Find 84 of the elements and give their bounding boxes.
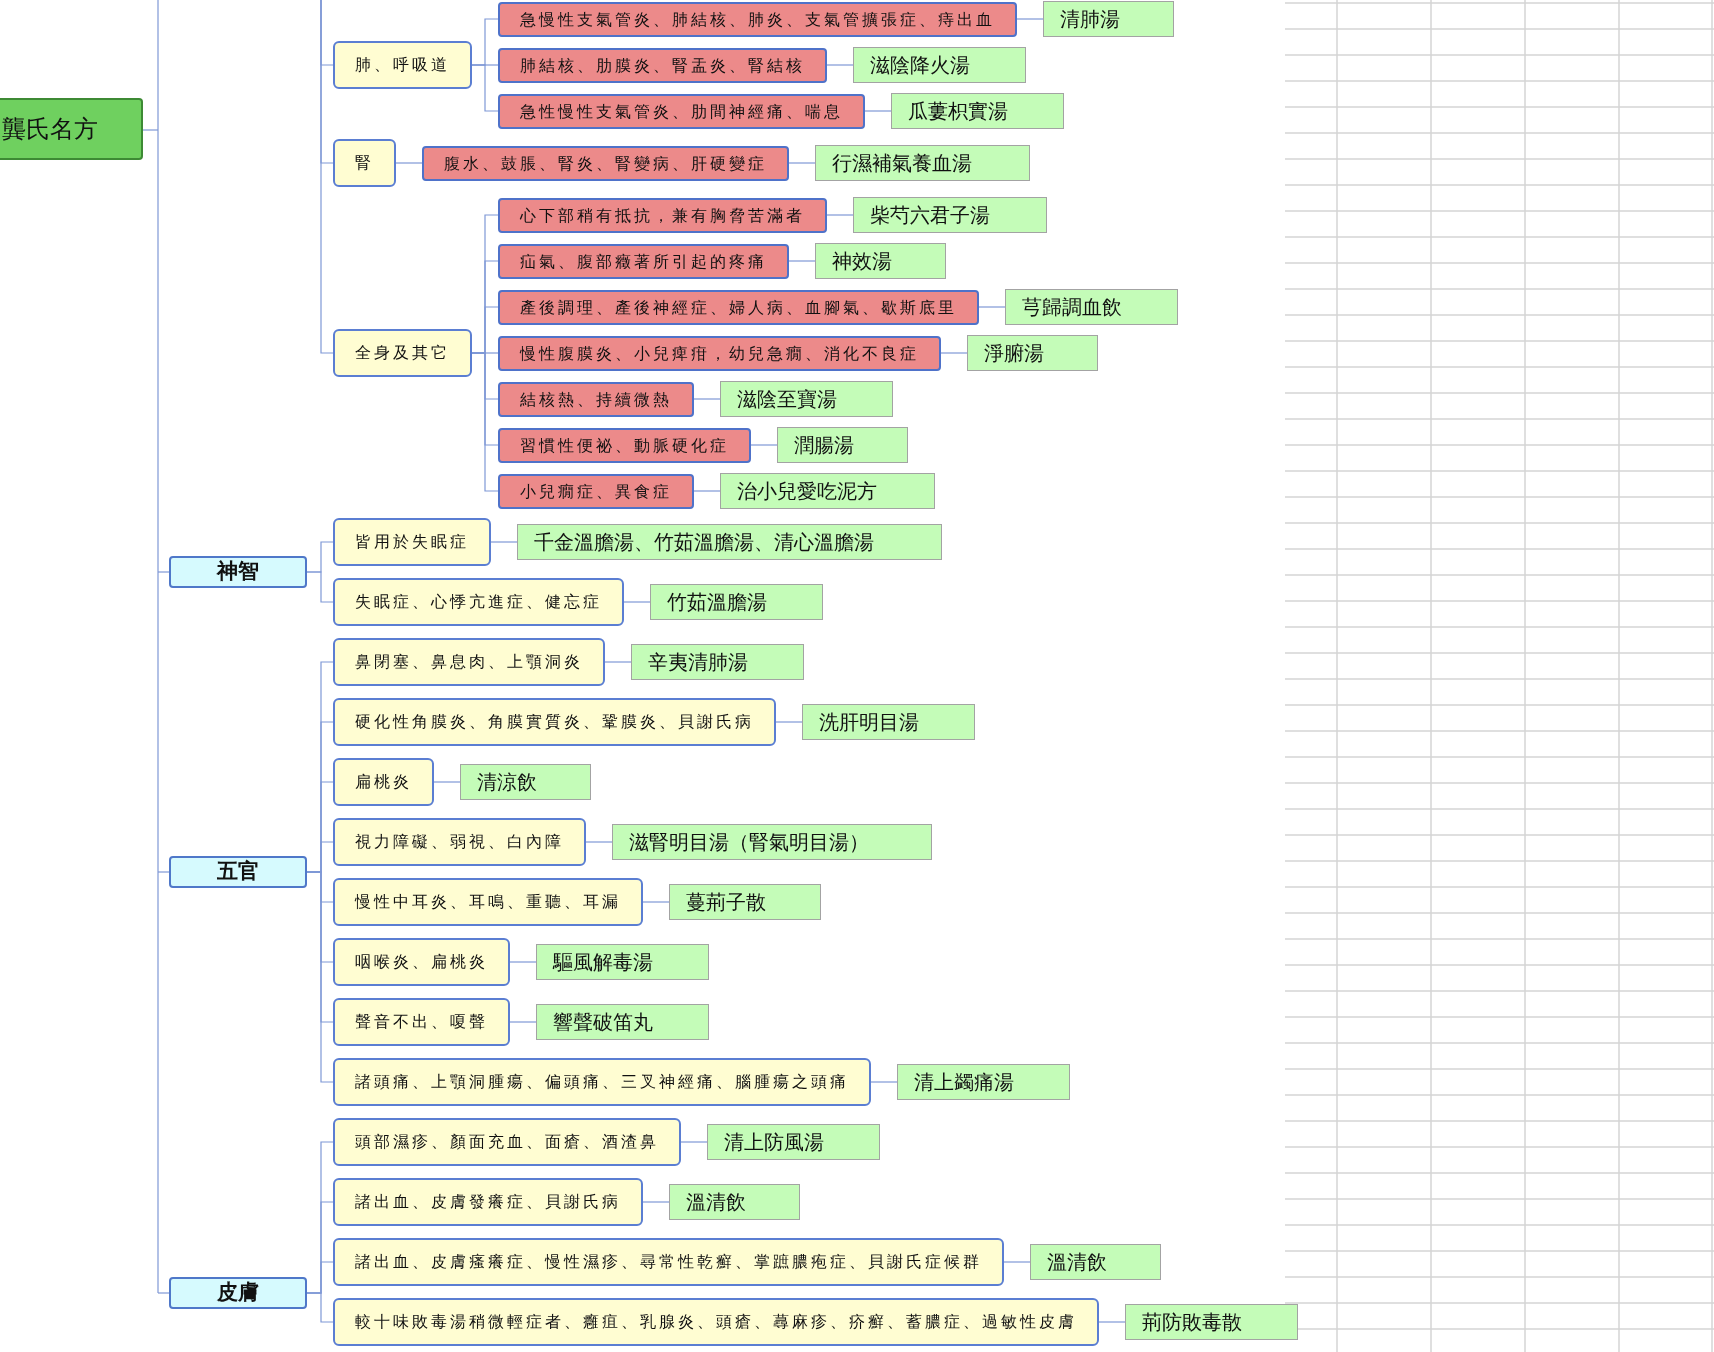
formula-node: 瓜蔞枳實湯: [891, 93, 1064, 129]
connector-line: [750, 444, 778, 446]
connector-line: [509, 961, 537, 963]
condition-node: 結核熱、持續微熱: [498, 382, 694, 417]
formula-node: 滋腎明目湯（腎氣明目湯）: [612, 824, 932, 860]
formula-node: 柴芍六君子湯: [853, 197, 1047, 233]
group-node: 諸出血、皮膚發癢症、貝謝氏病: [333, 1178, 643, 1226]
group-node: 硬化性角膜炎、角膜實質炎、鞏膜炎、貝謝氏病: [333, 698, 776, 746]
group-node: 皆用於失眠症: [333, 518, 491, 566]
group-node: 鼻閉塞、鼻息肉、上顎洞炎: [333, 638, 605, 686]
condition-node: 肺結核、肋膜炎、腎盂炎、腎結核: [498, 48, 827, 83]
category-node: 皮膚: [169, 1277, 307, 1309]
formula-node: 溫清飲: [669, 1184, 800, 1220]
connector-line: [978, 306, 1006, 308]
formula-node: 千金溫膽湯、竹茹溫膽湯、清心溫膽湯: [517, 524, 942, 560]
condition-node: 產後調理、產後神經症、婦人病、血腳氣、歇斯底里: [498, 290, 979, 325]
connector-line: [693, 398, 721, 400]
group-node: 咽喉炎、扁桃炎: [333, 938, 510, 986]
formula-node: 滋陰降火湯: [853, 47, 1026, 83]
group-node: 諸頭痛、上顎洞腫瘍、偏頭痛、三叉神經痛、腦腫瘍之頭痛: [333, 1058, 871, 1106]
formula-node: 清上蠲痛湯: [897, 1064, 1070, 1100]
group-node: 較十味敗毒湯稍微輕症者、癰疽、乳腺炎、頭瘡、蕁麻疹、疥癬、蓄膿症、過敏性皮膚: [333, 1298, 1099, 1346]
formula-node: 荊防敗毒散: [1125, 1304, 1298, 1340]
group-node: 失眠症、心悸亢進症、健忘症: [333, 578, 624, 626]
connector-line: [775, 721, 803, 723]
formula-node: 滋陰至寶湯: [720, 381, 893, 417]
group-node: 視力障礙、弱視、白內障: [333, 818, 586, 866]
formula-node: 潤腸湯: [777, 427, 908, 463]
connector-line: [395, 162, 423, 164]
connector-line: [642, 901, 670, 903]
connector-line: [604, 661, 632, 663]
formula-node: 行濕補氣養血湯: [815, 145, 1030, 181]
formula-node: 清上防風湯: [707, 1124, 880, 1160]
formula-node: 芎歸調血飲: [1005, 289, 1178, 325]
condition-node: 習慣性便祕、動脈硬化症: [498, 428, 751, 463]
condition-node: 腹水、鼓脹、腎炎、腎變病、肝硬變症: [422, 146, 789, 181]
formula-node: 響聲破笛丸: [536, 1004, 709, 1040]
condition-node: 小兒癇症、異食症: [498, 474, 694, 509]
connector-line: [1003, 1261, 1031, 1263]
group-node: 聲音不出、嗄聲: [333, 998, 510, 1046]
formula-node: 治小兒愛吃泥方: [720, 473, 935, 509]
category-node: 五官: [169, 856, 307, 888]
connector-line: [693, 490, 721, 492]
connector-line: [623, 601, 651, 603]
connector-line: [826, 64, 854, 66]
group-node: 慢性中耳炎、耳鳴、重聽、耳漏: [333, 878, 643, 926]
connector-line: [306, 571, 334, 603]
group-node: 全身及其它: [333, 329, 472, 377]
root-node: 龔氏名方: [0, 98, 143, 160]
formula-node: 竹茹溫膽湯: [650, 584, 823, 620]
formula-node: 清涼飲: [460, 764, 591, 800]
connector-line: [642, 1201, 670, 1203]
connector-line: [826, 214, 854, 216]
formula-node: 淨腑湯: [967, 335, 1098, 371]
connector-line: [509, 1021, 537, 1023]
condition-node: 急慢性支氣管炎、肺結核、肺炎、支氣管擴張症、痔出血: [498, 2, 1017, 37]
group-node: 肺、呼吸道: [333, 41, 472, 89]
connector-line: [870, 1081, 898, 1083]
condition-node: 心下部稍有抵抗，兼有胸脅苦滿者: [498, 198, 827, 233]
connector-line: [490, 541, 518, 543]
connector-line: [585, 841, 613, 843]
connector-line: [788, 162, 816, 164]
connector-line: [433, 781, 461, 783]
connector-line: [940, 352, 968, 354]
category-node: 神智: [169, 556, 307, 588]
connector-line: [1098, 1321, 1126, 1323]
formula-node: 驅風解毒湯: [536, 944, 709, 980]
formula-node: 溫清飲: [1030, 1244, 1161, 1280]
connector-line: [788, 260, 816, 262]
formula-node: 辛夷清肺湯: [631, 644, 804, 680]
formula-node: 清肺湯: [1043, 1, 1174, 37]
formula-node: 洗肝明目湯: [802, 704, 975, 740]
condition-node: 慢性腹膜炎、小兒痺疳，幼兒急癇、消化不良症: [498, 336, 941, 371]
group-node: 扁桃炎: [333, 758, 434, 806]
condition-node: 急性慢性支氣管炎、肋間神經痛、喘息: [498, 94, 865, 129]
formula-node: 神效湯: [815, 243, 946, 279]
connector-line: [1016, 18, 1044, 20]
group-node: 諸出血、皮膚瘙癢症、慢性濕疹、尋常性乾癬、掌蹠膿疱症、貝謝氏症候群: [333, 1238, 1004, 1286]
connector-line: [864, 110, 892, 112]
connector-line: [680, 1141, 708, 1143]
group-node: 頭部濕疹、顏面充血、面瘡、酒渣鼻: [333, 1118, 681, 1166]
condition-node: 疝氣、腹部癥著所引起的疼痛: [498, 244, 789, 279]
group-node: 腎: [333, 139, 396, 187]
formula-node: 蔓荊子散: [669, 884, 821, 920]
